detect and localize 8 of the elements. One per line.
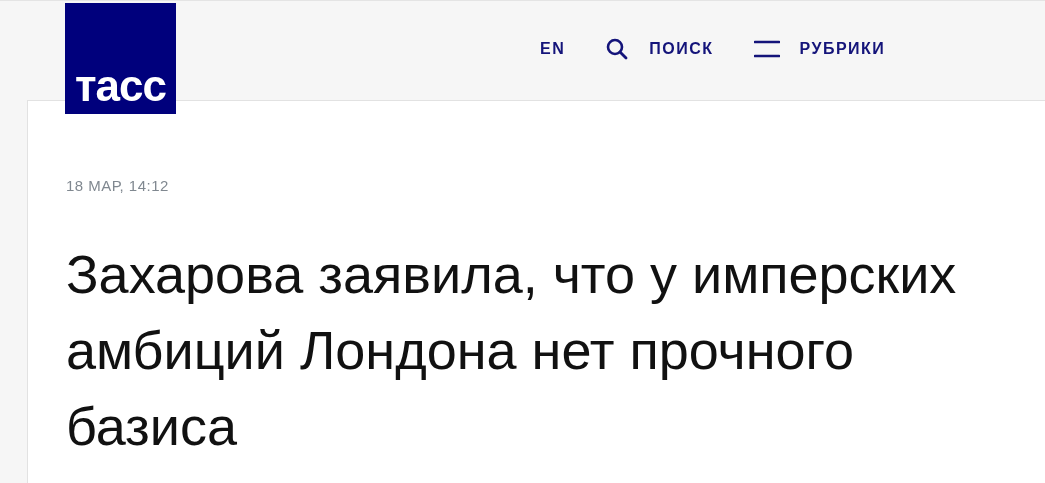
search-icon bbox=[605, 37, 630, 61]
menu-link[interactable]: РУБРИКИ bbox=[753, 40, 886, 58]
logo[interactable]: тасс bbox=[65, 3, 176, 114]
menu-icon bbox=[753, 40, 780, 58]
language-link[interactable]: EN bbox=[540, 40, 566, 58]
search-link[interactable]: ПОИСК bbox=[605, 37, 714, 61]
article-headline: Захарова заявила, что у имперских амбиций Лондона нет прочного базиса bbox=[66, 243, 958, 458]
article-date: 18 МАР, 14:12 bbox=[66, 177, 170, 194]
